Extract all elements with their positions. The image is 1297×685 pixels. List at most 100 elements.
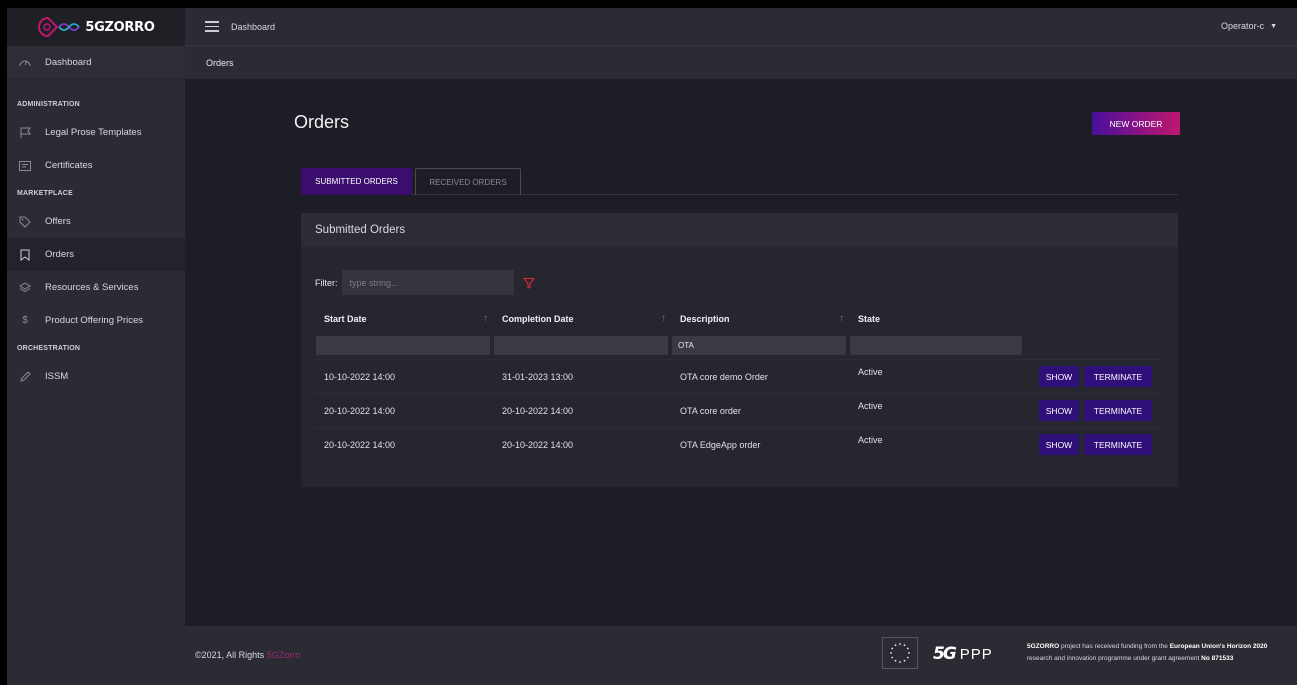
column-header-label: Start Date <box>324 314 367 324</box>
show-button[interactable]: SHOW <box>1039 366 1079 387</box>
funnel-icon[interactable] <box>522 277 535 289</box>
page-title: Orders <box>294 112 350 132</box>
sidebar-item-orders[interactable]: Orders <box>7 238 185 271</box>
flag-icon <box>18 126 32 140</box>
username: Operator-c <box>1221 21 1265 31</box>
sidebar-item-certificates[interactable]: Certificates <box>7 149 185 182</box>
completion-date-filter[interactable] <box>494 336 668 355</box>
hamburger-menu-icon[interactable] <box>205 21 219 32</box>
funding-programme: European Union's Horizon 2020 <box>1169 643 1268 650</box>
sidebar-item-label: Orders <box>45 249 75 260</box>
funding-notice: 5GZORRO project has received funding fro… <box>1027 641 1289 665</box>
copyright-label: ©2021, All Rights <box>195 650 265 660</box>
column-header-label: Completion Date <box>502 314 574 324</box>
column-header-start-date[interactable]: Start Date ↑ <box>314 306 492 332</box>
table-row: 10-10-2022 14:00 31-01-2023 13:00 OTA co… <box>314 359 1164 394</box>
cell-description: OTA core order <box>670 393 848 428</box>
sidebar-item-label: Product Offering Prices <box>45 315 144 326</box>
sidebar-item-label: ISSM <box>45 371 69 382</box>
caret-down-icon: ▼ <box>1270 22 1277 30</box>
sidebar-item-issm[interactable]: ISSM <box>7 360 185 393</box>
column-header-state[interactable]: State <box>848 306 1024 332</box>
show-button[interactable]: SHOW <box>1039 434 1079 456</box>
sidebar-item-label: Legal Prose Templates <box>45 127 142 138</box>
logo-icon <box>37 16 81 38</box>
layers-icon <box>18 281 32 295</box>
tag-icon <box>18 215 32 229</box>
sidebar-item-label: Resources & Services <box>45 282 139 293</box>
user-menu[interactable]: Operator-c ▼ <box>1221 21 1277 31</box>
description-filter[interactable] <box>672 336 846 355</box>
column-filter-row <box>314 332 1164 360</box>
cell-completion-date: 20-10-2022 14:00 <box>492 427 670 462</box>
section-title-marketplace: MARKETPLACE <box>17 190 73 197</box>
header-dashboard-link[interactable]: Dashboard <box>231 22 275 32</box>
column-header-description[interactable]: Description ↑ <box>670 306 848 332</box>
sort-arrow-icon[interactable]: ↑ <box>483 313 488 324</box>
certificate-icon <box>18 159 32 173</box>
column-header-actions <box>1024 306 1164 332</box>
brand-name: 5GZORRO <box>85 19 155 35</box>
submitted-orders-card: Submitted Orders Filter: Start Date ↑ Com… <box>301 213 1178 487</box>
brand-logo[interactable]: 5GZORRO <box>7 8 185 46</box>
tab-submitted-orders[interactable]: SUBMITTED ORDERS <box>301 168 412 195</box>
cell-completion-date: 20-10-2022 14:00 <box>492 393 670 428</box>
sidebar: 5GZORRO Dashboard ADMINISTRATION Legal P… <box>7 8 185 685</box>
terminate-button[interactable]: TERMINATE <box>1084 400 1152 421</box>
ppp-mark: 5G <box>933 644 957 664</box>
top-header: Dashboard Operator-c ▼ <box>185 8 1297 46</box>
cell-description: OTA EdgeApp order <box>670 427 848 462</box>
cell-completion-date: 31-01-2023 13:00 <box>492 359 670 394</box>
sidebar-item-resources-services[interactable]: Resources & Services <box>7 271 185 304</box>
sidebar-item-product-offering-prices[interactable]: $ Product Offering Prices <box>7 304 185 337</box>
start-date-filter[interactable] <box>316 336 490 355</box>
sidebar-item-label: Dashboard <box>45 56 92 68</box>
table-row: 20-10-2022 14:00 20-10-2022 14:00 OTA co… <box>314 393 1164 428</box>
filter-row: Filter: <box>315 270 535 295</box>
dollar-icon: $ <box>22 315 28 326</box>
new-order-button[interactable]: NEW ORDER <box>1092 112 1180 135</box>
column-header-label: State <box>858 314 881 324</box>
show-button[interactable]: SHOW <box>1039 400 1079 421</box>
app-window: 5GZORRO Dashboard ADMINISTRATION Legal P… <box>7 8 1297 685</box>
sidebar-item-offers[interactable]: Offers <box>7 205 185 238</box>
cell-state: Active <box>848 393 1024 428</box>
terminate-button[interactable]: TERMINATE <box>1084 366 1152 387</box>
sort-arrow-icon[interactable]: ↑ <box>661 313 666 324</box>
section-title-administration: ADMINISTRATION <box>17 101 80 108</box>
table-header-row: Start Date ↑ Completion Date ↑ Description… <box>314 306 1164 332</box>
filter-input[interactable] <box>341 270 514 295</box>
cell-start-date: 20-10-2022 14:00 <box>314 393 492 428</box>
cell-start-date: 20-10-2022 14:00 <box>314 427 492 462</box>
ppp-text: PPP <box>959 645 993 663</box>
tabs-bar: SUBMITTED ORDERS RECEIVED ORDERS <box>301 168 1178 195</box>
funding-text: research and innovation programme under … <box>1027 655 1202 662</box>
filter-label: Filter: <box>315 277 338 288</box>
cell-start-date: 10-10-2022 14:00 <box>314 359 492 394</box>
copyright-brand-link[interactable]: 5GZorro <box>267 650 301 660</box>
sidebar-item-dashboard[interactable]: Dashboard <box>7 46 185 79</box>
column-header-label: Description <box>680 314 730 324</box>
5g-ppp-logo: 5G PPP <box>933 644 993 664</box>
cell-state: Active <box>848 359 1024 394</box>
tab-received-orders[interactable]: RECEIVED ORDERS <box>415 168 521 195</box>
orders-table: Start Date ↑ Completion Date ↑ Description… <box>314 306 1164 462</box>
breadcrumb: Orders <box>185 46 1297 79</box>
sort-arrow-icon[interactable]: ↑ <box>839 313 844 324</box>
column-header-completion-date[interactable]: Completion Date ↑ <box>492 306 670 332</box>
breadcrumb-current: Orders <box>206 57 234 68</box>
sidebar-item-label: Offers <box>45 216 71 227</box>
cell-state: Active <box>848 427 1024 462</box>
cell-description: OTA core demo Order <box>670 359 848 394</box>
speedometer-icon <box>18 55 32 69</box>
eu-flag-icon <box>882 637 918 669</box>
funding-grant-number: No 871533 <box>1201 655 1234 662</box>
copyright-text: ©2021, All Rights 5GZorro <box>195 650 300 660</box>
funding-text: project has received funding from the <box>1059 643 1170 650</box>
sidebar-item-legal-prose-templates[interactable]: Legal Prose Templates <box>7 116 185 149</box>
pen-icon <box>18 370 32 384</box>
bookmark-icon <box>18 248 32 262</box>
section-title-orchestration: ORCHESTRATION <box>17 345 81 352</box>
state-filter[interactable] <box>850 336 1022 355</box>
terminate-button[interactable]: TERMINATE <box>1084 434 1152 456</box>
